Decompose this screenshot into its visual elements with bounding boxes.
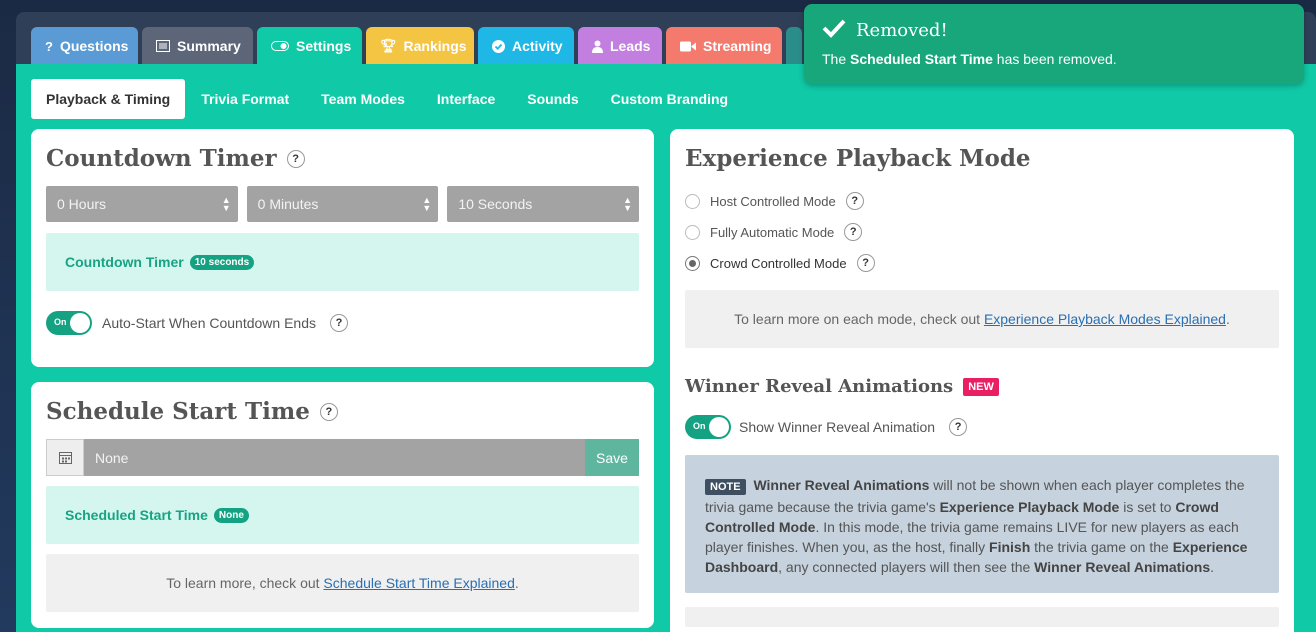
- tab-leads[interactable]: Leads: [578, 27, 662, 65]
- hours-select[interactable]: 0 Hours ▲ ▼: [46, 186, 238, 222]
- radio-crowd-controlled[interactable]: [685, 255, 700, 271]
- help-icon[interactable]: ?: [844, 223, 863, 241]
- tab-questions[interactable]: ? Questions: [31, 27, 138, 65]
- sort-arrows-icon: ▲ ▼: [422, 195, 432, 213]
- toggle-icon: [271, 41, 289, 51]
- countdown-value-badge: 10 seconds: [189, 254, 255, 270]
- mode-option-host[interactable]: Host Controlled Mode ?: [685, 192, 1279, 210]
- winner-note-box: NOTE Winner Reveal Animations will not b…: [685, 455, 1279, 593]
- main-tabs: ? Questions Summary Settings 🏆︎ Rankings…: [31, 27, 802, 65]
- countdown-timer-card: Countdown Timer ? 0 Hours ▲ ▼ 0 Minutes ▲…: [31, 129, 654, 367]
- subtab-sounds[interactable]: Sounds: [511, 79, 594, 119]
- video-icon: [680, 41, 696, 52]
- subtab-playback-timing[interactable]: Playback & Timing: [31, 79, 186, 119]
- auto-start-row: On Auto-Start When Countdown Ends ?: [46, 311, 639, 335]
- check-circle-icon: [492, 39, 505, 53]
- playback-mode-options: Host Controlled Mode ? Fully Automatic M…: [685, 192, 1279, 272]
- schedule-start-card: Schedule Start Time ? None Save Schedule…: [31, 382, 654, 628]
- countdown-timer-heading: Countdown Timer ?: [46, 145, 639, 172]
- sort-arrows-icon: ▲ ▼: [623, 195, 633, 213]
- help-icon[interactable]: ?: [286, 149, 305, 168]
- winner-reveal-toggle[interactable]: On: [685, 415, 731, 439]
- tab-activity[interactable]: Activity: [478, 27, 574, 65]
- sort-arrows-icon: ▲ ▼: [221, 195, 231, 213]
- playback-mode-heading: Experience Playback Mode: [685, 145, 1031, 172]
- save-button[interactable]: Save: [585, 439, 639, 476]
- subtab-interface[interactable]: Interface: [421, 79, 511, 119]
- tab-settings[interactable]: Settings: [257, 27, 362, 65]
- schedule-info-box: To learn more, check out Schedule Start …: [46, 554, 639, 612]
- next-section-box: [685, 607, 1279, 627]
- user-icon: [592, 40, 603, 53]
- schedule-status: Scheduled Start Time None: [46, 486, 639, 544]
- schedule-input-group: None Save: [46, 439, 639, 476]
- seconds-select[interactable]: 10 Seconds ▲ ▼: [447, 186, 640, 222]
- mode-option-crowd[interactable]: Crowd Controlled Mode ?: [685, 254, 1279, 272]
- playback-info-box: To learn more on each mode, check out Ex…: [685, 290, 1279, 348]
- radio-fully-automatic[interactable]: [685, 224, 700, 240]
- trophy-icon: 🏆︎: [380, 38, 397, 53]
- playback-explained-link[interactable]: Experience Playback Modes Explained: [984, 311, 1226, 327]
- schedule-date-input[interactable]: None: [84, 439, 585, 476]
- tab-summary[interactable]: Summary: [142, 27, 253, 65]
- subtab-custom-branding[interactable]: Custom Branding: [595, 79, 744, 119]
- schedule-explained-link[interactable]: Schedule Start Time Explained: [323, 575, 514, 591]
- help-icon[interactable]: ?: [856, 254, 875, 272]
- new-badge: NEW: [963, 377, 999, 396]
- playback-card: Experience Playback Mode Host Controlled…: [670, 129, 1294, 632]
- subtab-trivia-format[interactable]: Trivia Format: [185, 79, 305, 119]
- countdown-status: Countdown Timer 10 seconds: [46, 233, 639, 291]
- help-icon[interactable]: ?: [845, 192, 864, 210]
- checkmark-icon: [822, 18, 846, 43]
- mode-option-automatic[interactable]: Fully Automatic Mode ?: [685, 223, 1279, 241]
- minutes-select[interactable]: 0 Minutes ▲ ▼: [246, 186, 439, 222]
- help-icon[interactable]: ?: [330, 314, 349, 332]
- question-icon: ?: [45, 38, 53, 54]
- calendar-icon: [46, 439, 84, 476]
- toast-message: The Scheduled Start Time has been remove…: [822, 51, 1117, 67]
- countdown-selects: 0 Hours ▲ ▼ 0 Minutes ▲ ▼ 10 Seconds ▲ ▼: [46, 186, 640, 222]
- winner-toggle-row: On Show Winner Reveal Animation ?: [685, 415, 1279, 439]
- settings-subtabs: Playback & Timing Trivia Format Team Mod…: [31, 79, 744, 119]
- schedule-value-badge: None: [213, 507, 249, 523]
- help-icon[interactable]: ?: [319, 402, 338, 421]
- winner-reveal-heading: Winner Reveal Animations NEW: [685, 376, 1279, 397]
- toast-title: Removed!: [822, 18, 1286, 43]
- tab-streaming[interactable]: Streaming: [666, 27, 782, 65]
- subtab-team-modes[interactable]: Team Modes: [305, 79, 421, 119]
- note-badge: NOTE: [705, 479, 746, 495]
- auto-start-toggle[interactable]: On: [46, 311, 92, 335]
- tab-rankings[interactable]: 🏆︎ Rankings: [366, 27, 474, 65]
- schedule-start-heading: Schedule Start Time ?: [46, 398, 639, 425]
- list-icon: [156, 40, 170, 52]
- radio-host-controlled[interactable]: [685, 193, 700, 209]
- help-icon[interactable]: ?: [949, 418, 968, 436]
- toast-notification[interactable]: Removed! The Scheduled Start Time has be…: [804, 4, 1304, 84]
- tab-overflow[interactable]: [786, 27, 802, 65]
